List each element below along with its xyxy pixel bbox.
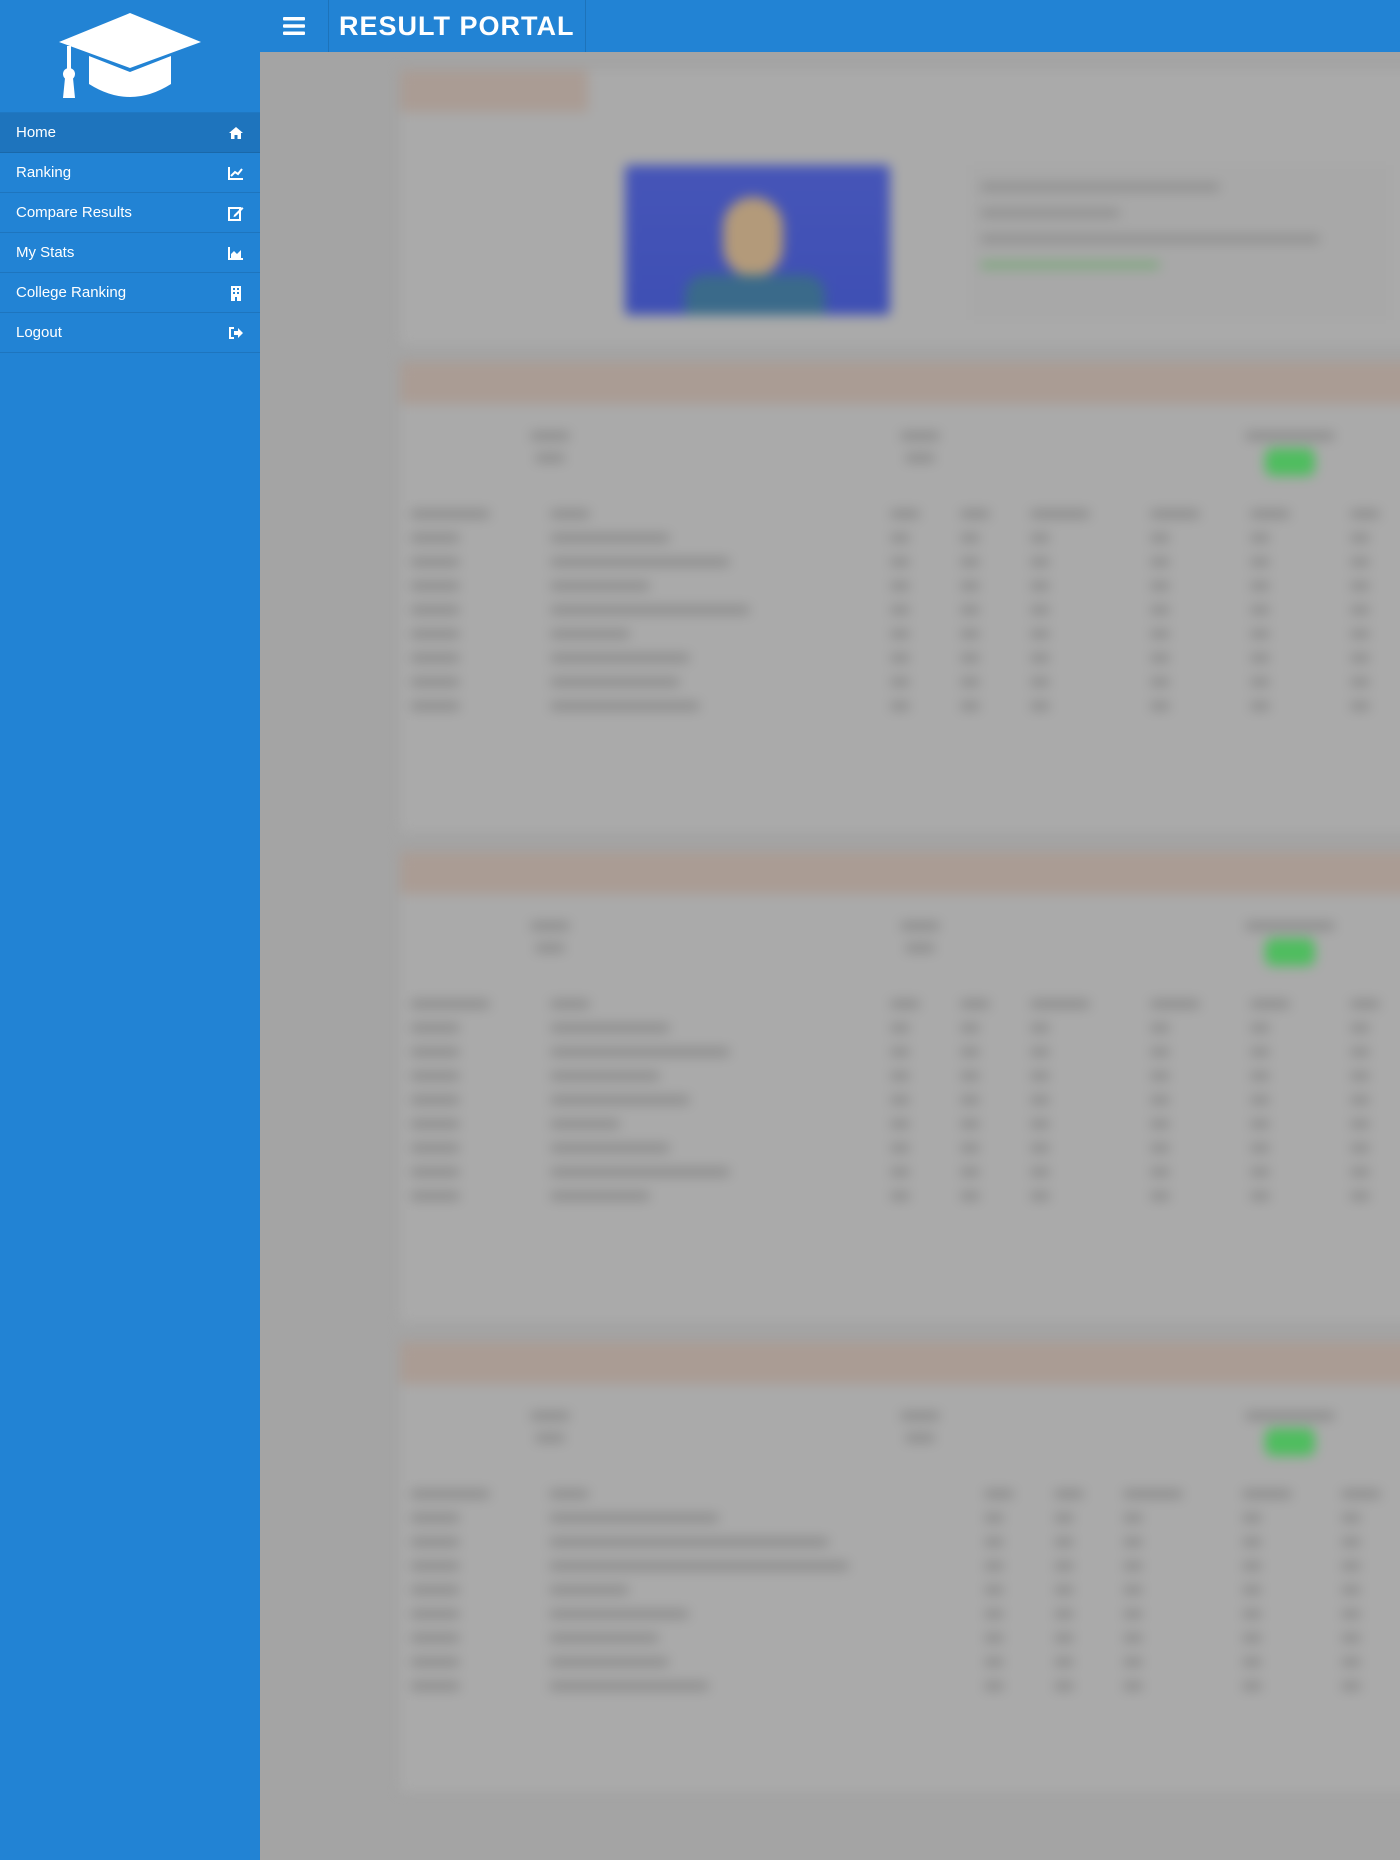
semester-card-header [400, 852, 1400, 894]
status-badge [1265, 448, 1315, 476]
table-row [410, 1650, 1400, 1674]
sidebar-item-college-ranking[interactable]: College Ranking [0, 273, 260, 313]
logo [0, 0, 260, 112]
semester-card [400, 362, 1400, 832]
table-row [410, 1112, 1400, 1136]
semester-card [400, 852, 1400, 1322]
sidebar-nav: Home Ranking Compare Results My Stats Co… [0, 112, 260, 353]
marks-table [410, 1482, 1400, 1698]
status-badge [1265, 1428, 1315, 1456]
table-row [410, 1064, 1400, 1088]
table-row [410, 1602, 1400, 1626]
app-title: RESULT PORTAL [329, 0, 586, 52]
sidebar-item-label: My Stats [16, 244, 75, 261]
sidebar-item-label: Logout [16, 324, 62, 341]
table-row [410, 526, 1400, 550]
table-row [410, 1578, 1400, 1602]
table-row [410, 1088, 1400, 1112]
table-row [410, 1554, 1400, 1578]
sidebar-item-my-stats[interactable]: My Stats [0, 233, 260, 273]
sidebar-item-label: College Ranking [16, 284, 127, 301]
profile-card-header [400, 70, 588, 112]
semester-card-header [400, 1342, 1400, 1384]
semester-summary [410, 1412, 1400, 1459]
sidebar-item-label: Home [16, 124, 57, 141]
table-row [410, 1674, 1400, 1698]
semester-summary [410, 432, 1400, 479]
profile-info [970, 165, 1390, 320]
table-row [410, 1160, 1400, 1184]
home-icon [228, 125, 244, 141]
hamburger-menu-icon [283, 17, 305, 35]
sidebar-item-home[interactable]: Home [0, 113, 260, 153]
table-row [410, 574, 1400, 598]
table-row [410, 1016, 1400, 1040]
sidebar-item-compare-results[interactable]: Compare Results [0, 193, 260, 233]
table-row [410, 1530, 1400, 1554]
graduation-cap-icon [59, 13, 201, 98]
building-icon [228, 285, 244, 301]
table-row [410, 646, 1400, 670]
table-row [410, 598, 1400, 622]
table-row [410, 550, 1400, 574]
profile-photo [625, 165, 890, 315]
table-row [410, 670, 1400, 694]
table-row [410, 694, 1400, 718]
marks-table [410, 992, 1400, 1208]
hamburger-menu-button[interactable] [260, 0, 329, 52]
sidebar-item-logout[interactable]: Logout [0, 313, 260, 353]
profile-card [400, 70, 1400, 345]
line-chart-icon [228, 165, 244, 181]
area-chart-icon [228, 245, 244, 261]
status-badge [1265, 938, 1315, 966]
table-row [410, 1136, 1400, 1160]
main-content [260, 52, 1400, 1860]
table-row [410, 622, 1400, 646]
table-row [410, 1040, 1400, 1064]
semester-summary [410, 922, 1400, 969]
sign-out-icon [228, 325, 244, 341]
sidebar-item-ranking[interactable]: Ranking [0, 153, 260, 193]
table-row [410, 1506, 1400, 1530]
sidebar: Home Ranking Compare Results My Stats Co… [0, 0, 260, 1860]
table-row [410, 1184, 1400, 1208]
table-row [410, 1626, 1400, 1650]
semester-card [400, 1342, 1400, 1792]
blurred-overlay [260, 52, 1400, 1860]
sidebar-item-label: Ranking [16, 164, 72, 181]
semester-card-header [400, 362, 1400, 404]
top-bar: RESULT PORTAL [260, 0, 1400, 52]
edit-icon [228, 205, 244, 221]
marks-table [410, 502, 1400, 718]
sidebar-item-label: Compare Results [16, 204, 132, 221]
